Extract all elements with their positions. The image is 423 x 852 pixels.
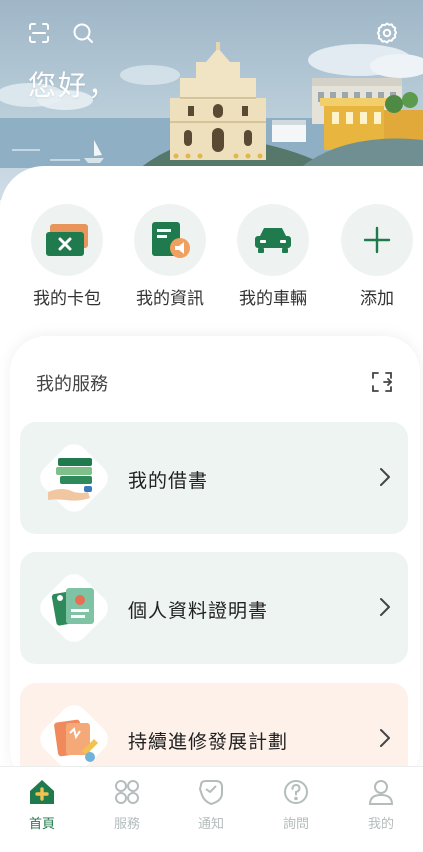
card-wallet-icon (46, 224, 88, 256)
grid-icon (115, 780, 139, 804)
quick-action-label: 我的卡包 (33, 289, 101, 309)
bottom-navigation: 首頁 服務 通知 詢問 我的 (0, 766, 423, 852)
greeting-text: 您好， (28, 69, 119, 102)
profile-icon (368, 780, 394, 805)
nav-tab-notifications[interactable]: 通知 (169, 777, 253, 832)
scan-icon[interactable] (26, 20, 52, 46)
nav-label: 通知 (197, 817, 224, 832)
quick-action-label: 添加 (360, 289, 394, 309)
car-icon (255, 228, 291, 253)
chevron-right-icon (380, 468, 390, 486)
nav-tab-home[interactable]: 首頁 (0, 777, 84, 832)
info-announcement-icon (152, 222, 190, 258)
nav-label: 詢問 (282, 817, 309, 832)
service-item-library-loans[interactable]: 我的借書 (20, 422, 408, 534)
quick-action-vehicle[interactable]: 我的車輛 (228, 204, 318, 309)
search-icon[interactable] (70, 20, 96, 46)
my-services-card: 我的服務 我的借書 個人資料證明書 持續進修發展計劃 (10, 336, 420, 795)
notification-icon (199, 780, 223, 805)
service-label: 我的借書 (128, 470, 209, 492)
nav-tab-services[interactable]: 服務 (85, 777, 169, 832)
quick-action-label: 我的車輛 (239, 289, 307, 309)
quick-action-card-wallet[interactable]: 我的卡包 (22, 204, 112, 309)
id-certificate-icon (40, 574, 108, 642)
books-icon (40, 444, 108, 512)
quick-actions: 我的卡包 我的資訊 我的車輛 添加 (0, 204, 423, 314)
nav-label: 首頁 (28, 817, 55, 832)
study-program-icon (40, 705, 108, 773)
plus-icon (363, 226, 391, 254)
service-label: 個人資料證明書 (128, 600, 269, 622)
question-icon (284, 780, 308, 804)
quick-action-add[interactable]: 添加 (332, 204, 422, 309)
chevron-right-icon (380, 598, 390, 616)
services-title: 我的服務 (36, 374, 108, 395)
service-item-personal-certificate[interactable]: 個人資料證明書 (20, 552, 408, 664)
nav-tab-enquiry[interactable]: 詢問 (254, 777, 338, 832)
home-icon (30, 780, 54, 804)
chevron-right-icon (380, 729, 390, 747)
service-label: 持續進修發展計劃 (128, 731, 289, 753)
quick-action-label: 我的資訊 (136, 289, 204, 309)
nav-label: 服務 (113, 817, 140, 832)
nav-label: 我的 (367, 817, 394, 832)
quick-action-info[interactable]: 我的資訊 (125, 204, 215, 309)
service-edit-icon[interactable] (370, 370, 394, 394)
settings-icon[interactable] (374, 20, 400, 46)
nav-tab-profile[interactable]: 我的 (339, 777, 423, 832)
